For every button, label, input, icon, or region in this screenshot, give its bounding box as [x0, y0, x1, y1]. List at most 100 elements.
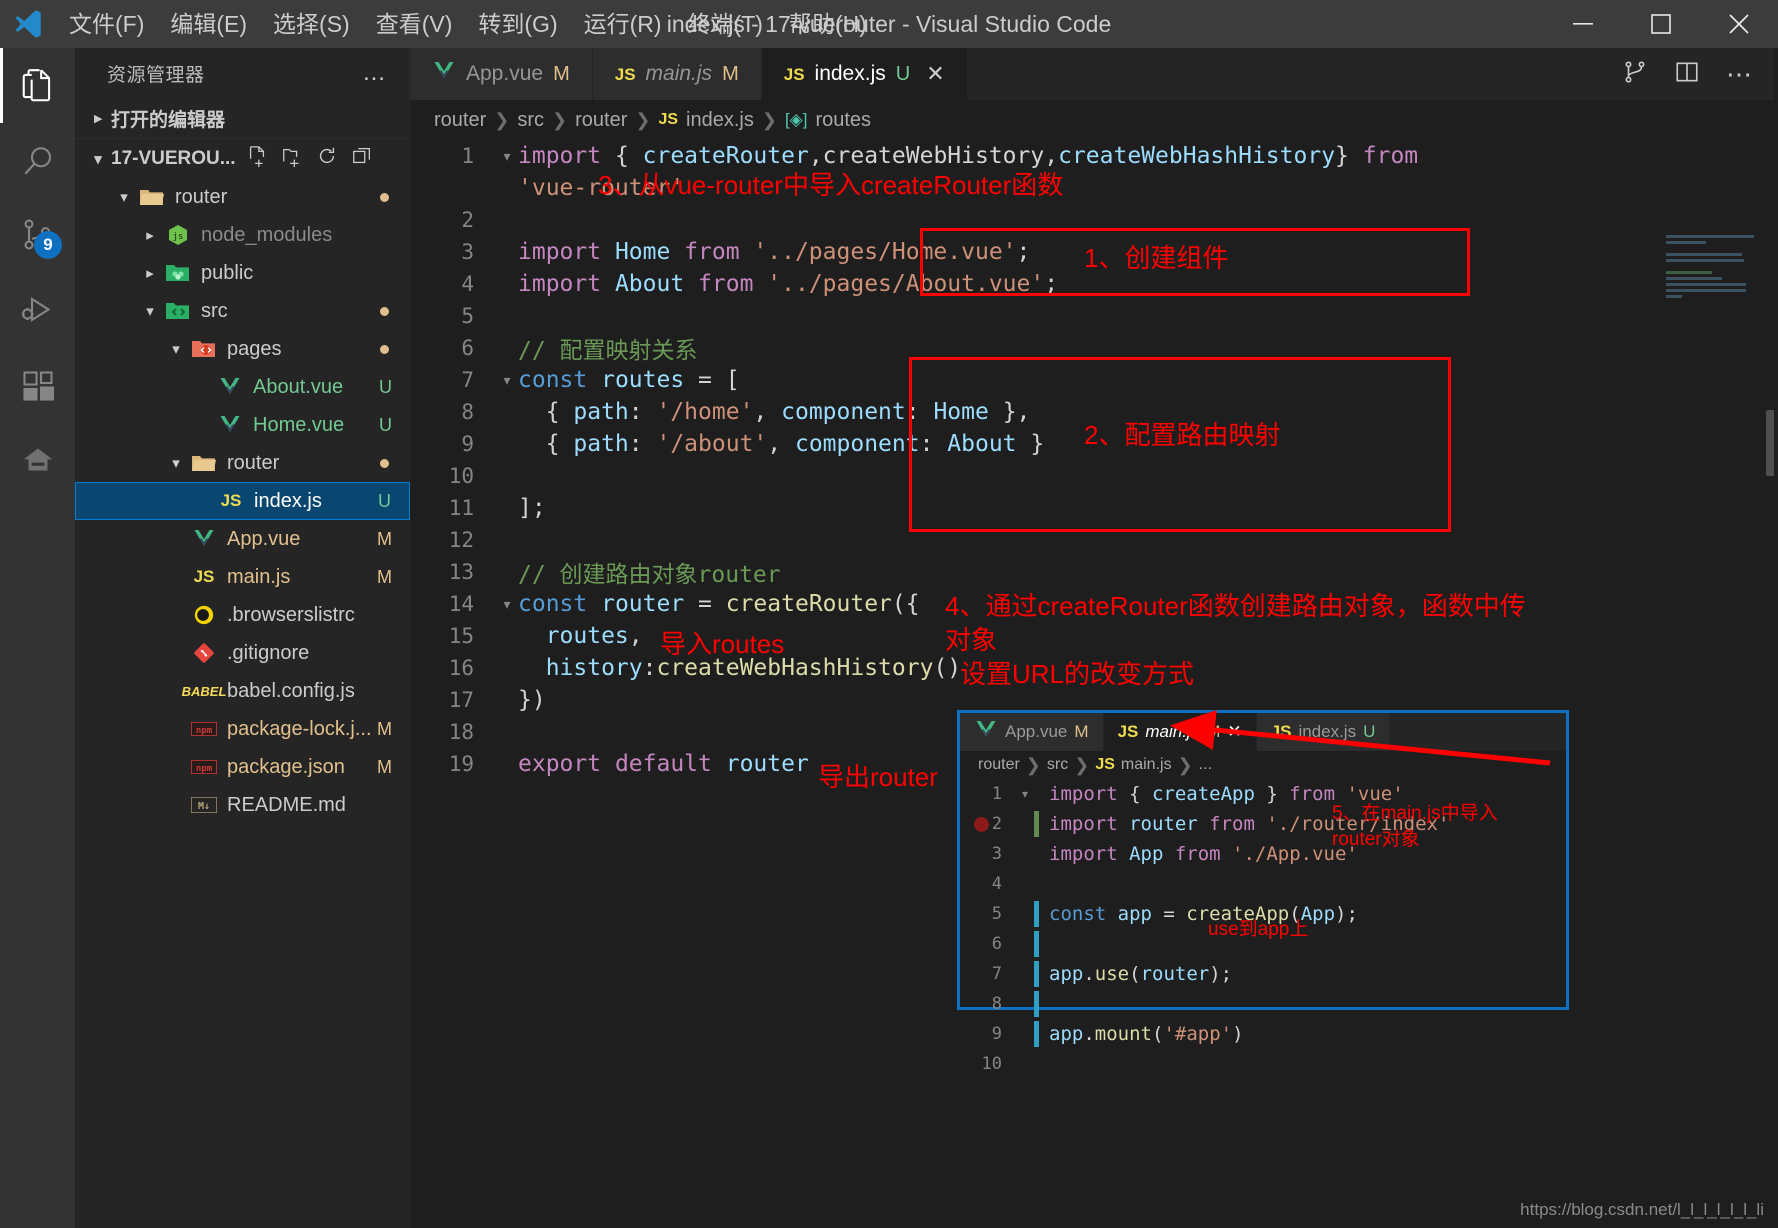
- tab-App-vue[interactable]: App.vue M: [960, 713, 1104, 751]
- sidebar-more-icon[interactable]: …: [362, 59, 388, 87]
- menu-selection[interactable]: 选择(S): [260, 0, 363, 48]
- tree-item-pages[interactable]: ▾ pages: [75, 330, 410, 368]
- chevron-right-icon[interactable]: ▸: [137, 226, 163, 244]
- collapse-all-icon[interactable]: [351, 145, 373, 173]
- inset-breadcrumb-item-2[interactable]: main.js: [1121, 756, 1172, 774]
- chevron-down-icon[interactable]: ▾: [111, 188, 137, 206]
- activity-run-debug[interactable]: [0, 273, 75, 348]
- markdown-icon: M↓: [189, 797, 219, 813]
- chevron-down-icon[interactable]: ▾: [137, 302, 163, 320]
- activity-source-control[interactable]: 9: [0, 198, 75, 273]
- fold-chevron-icon[interactable]: ▾: [496, 372, 518, 389]
- tree-item-label: Home.vue: [253, 413, 345, 436]
- activity-explorer[interactable]: [0, 48, 75, 123]
- tree-item-src[interactable]: ▾ src: [75, 292, 410, 330]
- tree-item-gitignore[interactable]: .gitignore: [75, 634, 410, 672]
- maximize-button[interactable]: [1622, 0, 1700, 48]
- menu-terminal[interactable]: 终端(T): [675, 0, 776, 48]
- tree-item-index-js[interactable]: JS index.js U: [75, 482, 410, 520]
- inset-code-line[interactable]: 4: [960, 869, 1566, 899]
- tree-item-public[interactable]: ▸ public: [75, 254, 410, 292]
- tab-main-js[interactable]: JS main.js M ✕: [1103, 713, 1257, 751]
- close-button[interactable]: [1700, 0, 1778, 48]
- menu-edit[interactable]: 编辑(E): [157, 0, 260, 48]
- code-line[interactable]: 5: [410, 300, 1778, 332]
- tree-item-package-lock-j[interactable]: npm package-lock.j... M: [75, 710, 410, 748]
- inset-code-line[interactable]: 9 app.mount('#app'): [960, 1019, 1566, 1049]
- code-line[interactable]: 13 // 创建路由对象router: [410, 556, 1778, 588]
- menu-view[interactable]: 查看(V): [363, 0, 466, 48]
- pages-folder-icon: [189, 338, 219, 360]
- tab-index-js[interactable]: JS index.js U: [1256, 713, 1391, 751]
- inset-breadcrumb-item-1[interactable]: src: [1047, 756, 1068, 774]
- tree-item-about-vue[interactable]: About.vue U: [75, 368, 410, 406]
- tree-item-babel-config-js[interactable]: BABEL babel.config.js: [75, 672, 410, 710]
- modified-indicator-dot: [380, 192, 389, 202]
- fold-chevron-icon[interactable]: ▾: [1016, 787, 1034, 801]
- breadcrumb-item-2[interactable]: router: [575, 109, 627, 132]
- indent-guide: [1034, 1051, 1039, 1077]
- menu-run[interactable]: 运行(R): [571, 0, 675, 48]
- inset-editor-main-js[interactable]: App.vue M JS main.js M ✕ JS index.js U router ❯ …: [957, 710, 1569, 1074]
- minimap[interactable]: [1660, 232, 1768, 352]
- tree-item-node-modules[interactable]: ▸ js node_modules: [75, 216, 410, 254]
- tree-item-home-vue[interactable]: Home.vue U: [75, 406, 410, 444]
- project-root-row[interactable]: ▾ 17-VUEROU...: [75, 138, 410, 178]
- menu-help[interactable]: 帮助(H): [776, 0, 880, 48]
- chevron-right-icon[interactable]: ▸: [137, 264, 163, 282]
- tree-item-app-vue[interactable]: App.vue M: [75, 520, 410, 558]
- activity-extensions[interactable]: [0, 348, 75, 423]
- tree-item-label: router: [175, 185, 228, 208]
- new-folder-icon[interactable]: [281, 145, 303, 173]
- tab-status: M: [722, 62, 739, 85]
- menu-file[interactable]: 文件(F): [56, 0, 157, 48]
- inset-code-line[interactable]: 8: [960, 989, 1566, 1019]
- inset-breadcrumb-item-0[interactable]: router: [978, 756, 1020, 774]
- tab-close-icon[interactable]: ✕: [926, 61, 944, 87]
- fold-chevron-icon[interactable]: ▾: [496, 596, 518, 613]
- more-actions-icon[interactable]: ⋯: [1726, 59, 1754, 90]
- breadcrumb-item-4[interactable]: routes: [815, 109, 871, 132]
- tab-status: M: [553, 62, 570, 85]
- inset-code-line[interactable]: 7 app.use(router);: [960, 959, 1566, 989]
- activity-search[interactable]: [0, 123, 75, 198]
- modified-indicator-dot: [380, 306, 389, 316]
- split-layout-icon[interactable]: [1674, 59, 1700, 90]
- line-number: 3: [461, 240, 474, 264]
- breadcrumb-item-0[interactable]: router: [434, 109, 486, 132]
- tree-item-browserslistrc[interactable]: .browserslistrc: [75, 596, 410, 634]
- activity-remote[interactable]: [0, 423, 75, 498]
- line-number: 2: [461, 208, 474, 232]
- tree-item-readme-md[interactable]: M↓ README.md: [75, 786, 410, 824]
- refresh-icon[interactable]: [316, 145, 338, 173]
- breakpoint-icon[interactable]: [974, 816, 989, 832]
- tree-item-label: README.md: [227, 793, 346, 816]
- tab-App-vue[interactable]: App.vue M: [410, 48, 593, 100]
- vue-icon: [974, 718, 998, 747]
- tree-item-label: App.vue: [227, 527, 301, 550]
- breadcrumb-item-1[interactable]: src: [517, 109, 544, 132]
- tree-item-package-json[interactable]: npm package.json M: [75, 748, 410, 786]
- fold-chevron-icon[interactable]: ▾: [496, 148, 518, 165]
- code-text: import { createRouter,createWebHistory,c…: [518, 143, 1419, 169]
- breadcrumb-item-3[interactable]: index.js: [686, 109, 754, 132]
- minimize-button[interactable]: [1544, 0, 1622, 48]
- inset-code-line[interactable]: 10: [960, 1049, 1566, 1079]
- chevron-down-icon[interactable]: ▾: [163, 340, 189, 358]
- split-editor-icon[interactable]: [1622, 59, 1648, 90]
- js-icon: JS: [1270, 722, 1292, 741]
- tree-item-main-js[interactable]: JS main.js M: [75, 558, 410, 596]
- chevron-down-icon[interactable]: ▾: [163, 454, 189, 472]
- menu-go[interactable]: 转到(G): [465, 0, 570, 48]
- chevron-right-icon: ❯: [494, 109, 510, 130]
- svg-text:js: js: [173, 232, 184, 242]
- tree-item-router[interactable]: ▾ router: [75, 444, 410, 482]
- open-editors-section[interactable]: ▸ 打开的编辑器: [75, 98, 410, 138]
- indent-guide: [1034, 961, 1039, 987]
- tab-index-js[interactable]: JS index.js U ✕: [761, 48, 968, 100]
- tab-close-icon[interactable]: ✕: [1227, 722, 1241, 742]
- indent-guide: [1034, 991, 1039, 1017]
- tab-main-js[interactable]: JS main.js M: [592, 48, 762, 100]
- tree-item-router[interactable]: ▾ router: [75, 178, 410, 216]
- new-file-icon[interactable]: [246, 145, 268, 173]
